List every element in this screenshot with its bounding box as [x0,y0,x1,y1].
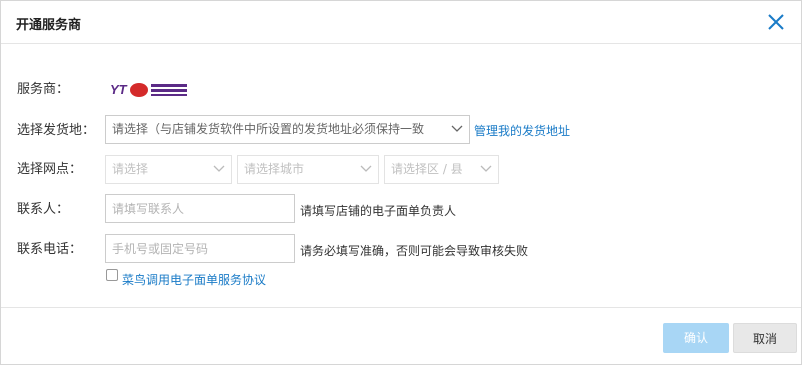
phone-hint: 请务必填写准确，否则可能会导致审核失败 [300,244,529,258]
manage-ship-address-link[interactable]: 管理我的发货地址 [474,122,570,139]
ship-from-select[interactable]: 请选择（与店铺发货软件中所设置的发货地址必须保持一致 [105,115,470,144]
close-icon[interactable] [765,11,787,33]
chevron-down-icon [213,165,225,172]
outlet-province-placeholder: 请选择 [112,162,149,176]
dialog-title: 开通服务商 [16,18,82,33]
contact-hint: 请填写店铺的电子面单负责人 [300,204,457,218]
contact-input[interactable] [105,194,295,223]
contact-label: 联系人： [17,202,70,217]
chevron-down-icon [480,165,492,172]
agreement-link[interactable]: 菜鸟调用电子面单服务协议 [122,271,266,288]
phone-input[interactable] [105,234,295,263]
svg-text:YT: YT [110,82,128,97]
outlet-city-placeholder: 请选择城市 [244,162,305,176]
agreement-checkbox[interactable] [106,269,118,281]
outlet-district-placeholder: 请选择区 / 县 [391,162,463,176]
outlet-city-select[interactable]: 请选择城市 [237,155,379,184]
ship-from-selected-value: 请选择（与店铺发货软件中所设置的发货地址必须保持一致 [112,122,425,136]
ship-from-label: 选择发货地： [17,123,96,138]
chevron-down-icon [451,125,463,132]
outlet-district-select[interactable]: 请选择区 / 县 [384,155,499,184]
chevron-down-icon [360,165,372,172]
outlet-label: 选择网点： [17,162,83,177]
confirm-button[interactable]: 确认 [663,323,729,353]
yto-express-logo: YT [109,80,191,100]
phone-label: 联系电话： [17,242,83,257]
open-provider-dialog: 开通服务商 服务商： YT 选择发货地： 请选择（与店铺发货软件中所设置的发货地… [0,0,802,365]
cancel-button[interactable]: 取消 [733,323,797,353]
dialog-footer: 确认 取消 [1,307,801,364]
provider-label: 服务商： [17,82,70,97]
outlet-province-select[interactable]: 请选择 [105,155,232,184]
dialog-header: 开通服务商 [1,1,801,44]
